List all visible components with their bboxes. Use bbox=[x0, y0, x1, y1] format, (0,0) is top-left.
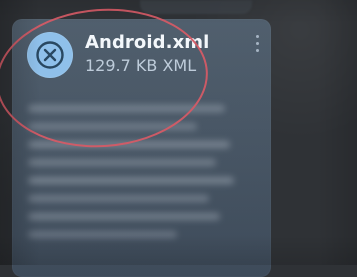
blurred-line bbox=[28, 213, 221, 220]
top-chat-strip bbox=[140, 0, 252, 14]
menu-dot bbox=[256, 49, 259, 52]
blurred-line bbox=[28, 159, 216, 166]
menu-dot bbox=[256, 35, 259, 38]
more-vertical-icon[interactable] bbox=[252, 35, 262, 53]
blurred-line bbox=[28, 177, 235, 184]
menu-dot bbox=[256, 42, 259, 45]
blurred-line bbox=[28, 231, 177, 238]
blurred-line bbox=[28, 195, 209, 202]
